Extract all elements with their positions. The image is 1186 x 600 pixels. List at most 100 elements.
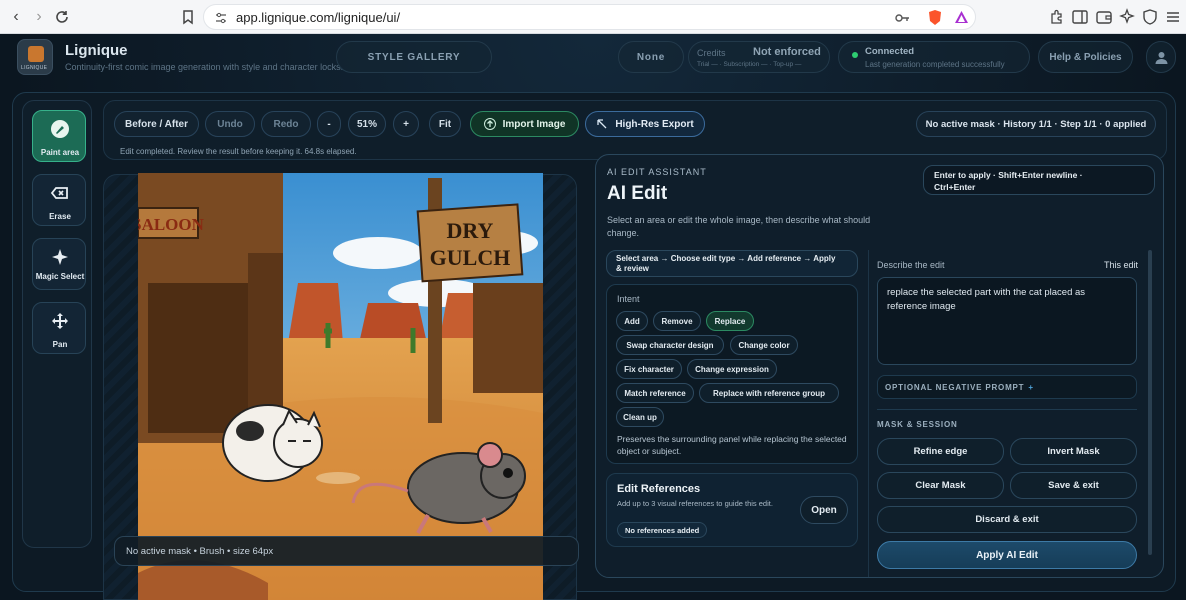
- intent-chip-remove[interactable]: Remove: [653, 311, 701, 331]
- canvas-toolbar: Before / After Undo Redo - 51% + Fit Imp…: [103, 100, 1167, 160]
- move-icon: [52, 313, 68, 329]
- leo-ai-icon[interactable]: [1117, 7, 1137, 27]
- tool-paint-area[interactable]: Paint area: [32, 110, 86, 162]
- credits-label: Credits: [697, 48, 726, 58]
- eraser-icon: [50, 187, 68, 199]
- mask-session-label: MASK & SESSION: [877, 420, 958, 429]
- help-policies-button[interactable]: Help & Policies: [1038, 41, 1133, 73]
- intent-chip-match-reference[interactable]: Match reference: [616, 383, 694, 403]
- zoom-out-button[interactable]: -: [317, 111, 341, 137]
- references-badge: No references added: [617, 522, 708, 538]
- before-after-button[interactable]: Before / After: [114, 111, 199, 137]
- edit-references-section: Edit References Add up to 3 visual refer…: [606, 473, 858, 547]
- connection-title: Connected: [865, 46, 915, 57]
- wallet-icon[interactable]: [1094, 7, 1114, 27]
- site-settings-icon[interactable]: [214, 11, 228, 25]
- redo-button[interactable]: Redo: [261, 111, 311, 137]
- clear-mask-button[interactable]: Clear Mask: [877, 472, 1004, 499]
- browser-toolbar: ‹ › app.lignique.com/lignique/ui/: [0, 0, 1186, 34]
- intent-chip-change-expression[interactable]: Change expression: [687, 359, 777, 379]
- panel-eyebrow: AI EDIT ASSISTANT: [607, 167, 707, 177]
- shortcut-line-1: Enter to apply · Shift+Enter newline ·: [934, 170, 1083, 180]
- logo-text: LIGNIQUE: [21, 65, 48, 71]
- extensions-icon[interactable]: [1047, 7, 1067, 27]
- intent-label: Intent: [617, 294, 640, 304]
- this-edit-label: This edit: [1103, 260, 1138, 270]
- tool-sidebar: Paint area Erase Magic Select Pan: [22, 100, 92, 548]
- user-icon: [1155, 52, 1168, 64]
- negative-prompt-toggle[interactable]: OPTIONAL NEGATIVE PROMPT +: [877, 375, 1137, 399]
- intent-chip-change-color[interactable]: Change color: [730, 335, 798, 355]
- tool-label: Pan: [52, 340, 68, 349]
- brave-rewards-icon[interactable]: [954, 10, 969, 25]
- panel-description: Select an area or edit the whole image, …: [607, 215, 871, 238]
- workflow-line-1: Select area → Choose edit type → Add ref…: [616, 254, 836, 263]
- saloon-sign: SALOON: [138, 215, 205, 234]
- town-sign-line2: GULCH: [430, 245, 511, 270]
- zoom-in-button[interactable]: +: [393, 111, 419, 137]
- intent-chip-swap-character-design[interactable]: Swap character design: [616, 335, 724, 355]
- menu-icon[interactable]: [1163, 7, 1183, 27]
- intent-chip-replace-with-reference-group[interactable]: Replace with reference group: [699, 383, 839, 403]
- style-none-select[interactable]: None: [618, 41, 684, 73]
- intent-chip-fix-character[interactable]: Fix character: [616, 359, 682, 379]
- shortcut-line-2: Ctrl+Enter: [934, 182, 976, 192]
- vpn-shield-icon[interactable]: [1140, 7, 1160, 27]
- panel-scrollbar[interactable]: [1148, 250, 1152, 555]
- url-text: app.lignique.com/lignique/ui/: [236, 10, 401, 25]
- brave-shield-icon[interactable]: [928, 9, 942, 26]
- tool-label: Magic Select: [35, 272, 85, 281]
- forward-icon[interactable]: ›: [29, 7, 49, 27]
- tool-label: Paint area: [40, 148, 80, 157]
- discard-exit-button[interactable]: Discard & exit: [877, 506, 1137, 533]
- edit-prompt-textarea[interactable]: replace the selected part with the cat p…: [877, 277, 1137, 365]
- import-image-button[interactable]: Import Image: [470, 111, 579, 137]
- style-gallery-button[interactable]: STYLE GALLERY: [336, 41, 492, 73]
- describe-label: Describe the edit: [877, 260, 945, 270]
- divider: [877, 409, 1137, 410]
- history-status: No active mask · History 1/1 · Step 1/1 …: [916, 111, 1156, 137]
- fit-button[interactable]: Fit: [429, 111, 461, 137]
- credits-sub: Trial — · Subscription — · Top-up —: [697, 61, 802, 68]
- intent-section: Intent Add Remove Replace Swap character…: [606, 284, 858, 464]
- back-icon[interactable]: ‹: [6, 7, 26, 27]
- export-icon: [597, 119, 607, 129]
- tool-pan[interactable]: Pan: [32, 302, 86, 354]
- credits-panel: Credits Not enforced Trial — · Subscript…: [688, 41, 830, 73]
- import-label: Import Image: [502, 118, 566, 130]
- intent-chip-add[interactable]: Add: [616, 311, 648, 331]
- plus-icon: +: [1028, 382, 1034, 392]
- undo-button[interactable]: Undo: [205, 111, 255, 137]
- address-bar[interactable]: app.lignique.com/lignique/ui/: [203, 4, 976, 30]
- upload-icon: [483, 118, 496, 130]
- intent-chip-clean-up[interactable]: Clean up: [616, 407, 664, 427]
- tool-erase[interactable]: Erase: [32, 174, 86, 226]
- apply-ai-edit-button[interactable]: Apply AI Edit: [877, 541, 1137, 569]
- key-icon[interactable]: [894, 11, 910, 25]
- tool-magic-select[interactable]: Magic Select: [32, 238, 86, 290]
- user-menu-button[interactable]: [1146, 41, 1176, 73]
- high-res-export-button[interactable]: High-Res Export: [585, 111, 705, 137]
- workflow-line-2: & review: [616, 264, 649, 273]
- ai-edit-panel: AI EDIT ASSISTANT AI Edit Select an area…: [595, 154, 1164, 578]
- save-exit-button[interactable]: Save & exit: [1010, 472, 1137, 499]
- panel-title: AI Edit: [607, 183, 668, 204]
- app-logo: LIGNIQUE: [17, 39, 53, 75]
- edit-status-text: Edit completed. Review the result before…: [120, 147, 357, 156]
- refine-edge-button[interactable]: Refine edge: [877, 438, 1004, 465]
- app-brand: Lignique: [65, 42, 128, 59]
- connection-sub: Last generation completed successfully: [865, 60, 1005, 69]
- references-title: Edit References: [617, 483, 701, 495]
- connection-status: Connected Last generation completed succ…: [838, 41, 1030, 73]
- reload-icon[interactable]: [52, 7, 72, 27]
- intent-chip-replace[interactable]: Replace: [706, 311, 754, 331]
- brush-icon: [51, 120, 69, 138]
- status-dot: [852, 52, 858, 58]
- invert-mask-button[interactable]: Invert Mask: [1010, 438, 1137, 465]
- workflow-steps: Select area → Choose edit type → Add ref…: [606, 250, 858, 277]
- bookmark-icon[interactable]: [178, 7, 198, 27]
- references-open-button[interactable]: Open: [800, 496, 848, 524]
- sidebar-icon[interactable]: [1070, 7, 1090, 27]
- credits-value: Not enforced: [753, 46, 821, 58]
- edit-prompt-column: Describe the edit This edit replace the …: [868, 250, 1150, 577]
